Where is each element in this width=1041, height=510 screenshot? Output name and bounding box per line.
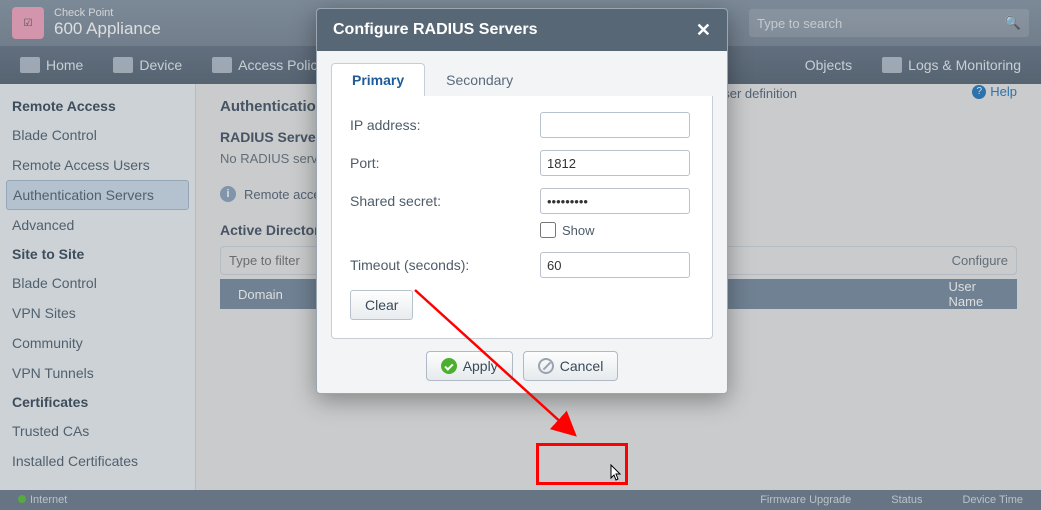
modal-body: IP address: Port: Shared secret: Show Ti… — [331, 96, 713, 339]
port-label: Port: — [350, 155, 540, 171]
secret-label: Shared secret: — [350, 193, 540, 209]
show-label: Show — [562, 223, 595, 238]
port-input[interactable] — [540, 150, 690, 176]
modal-title: Configure RADIUS Servers — [333, 21, 538, 39]
tab-secondary[interactable]: Secondary — [425, 63, 534, 96]
configure-radius-modal: Configure RADIUS Servers ✕ Primary Secon… — [316, 8, 728, 394]
check-icon — [441, 358, 457, 374]
timeout-label: Timeout (seconds): — [350, 257, 540, 273]
close-icon[interactable]: ✕ — [696, 20, 711, 41]
modal-title-bar: Configure RADIUS Servers ✕ — [317, 9, 727, 51]
cancel-icon — [538, 358, 554, 374]
ip-label: IP address: — [350, 117, 540, 133]
cancel-button[interactable]: Cancel — [523, 351, 619, 381]
modal-tabs: Primary Secondary — [317, 51, 727, 96]
tab-primary[interactable]: Primary — [331, 63, 425, 96]
ip-input[interactable] — [540, 112, 690, 138]
timeout-input[interactable] — [540, 252, 690, 278]
modal-footer: Apply Cancel — [317, 339, 727, 393]
secret-input[interactable] — [540, 188, 690, 214]
show-checkbox[interactable] — [540, 222, 556, 238]
apply-button[interactable]: Apply — [426, 351, 513, 381]
mouse-cursor-icon — [608, 464, 624, 484]
clear-button[interactable]: Clear — [350, 290, 413, 320]
